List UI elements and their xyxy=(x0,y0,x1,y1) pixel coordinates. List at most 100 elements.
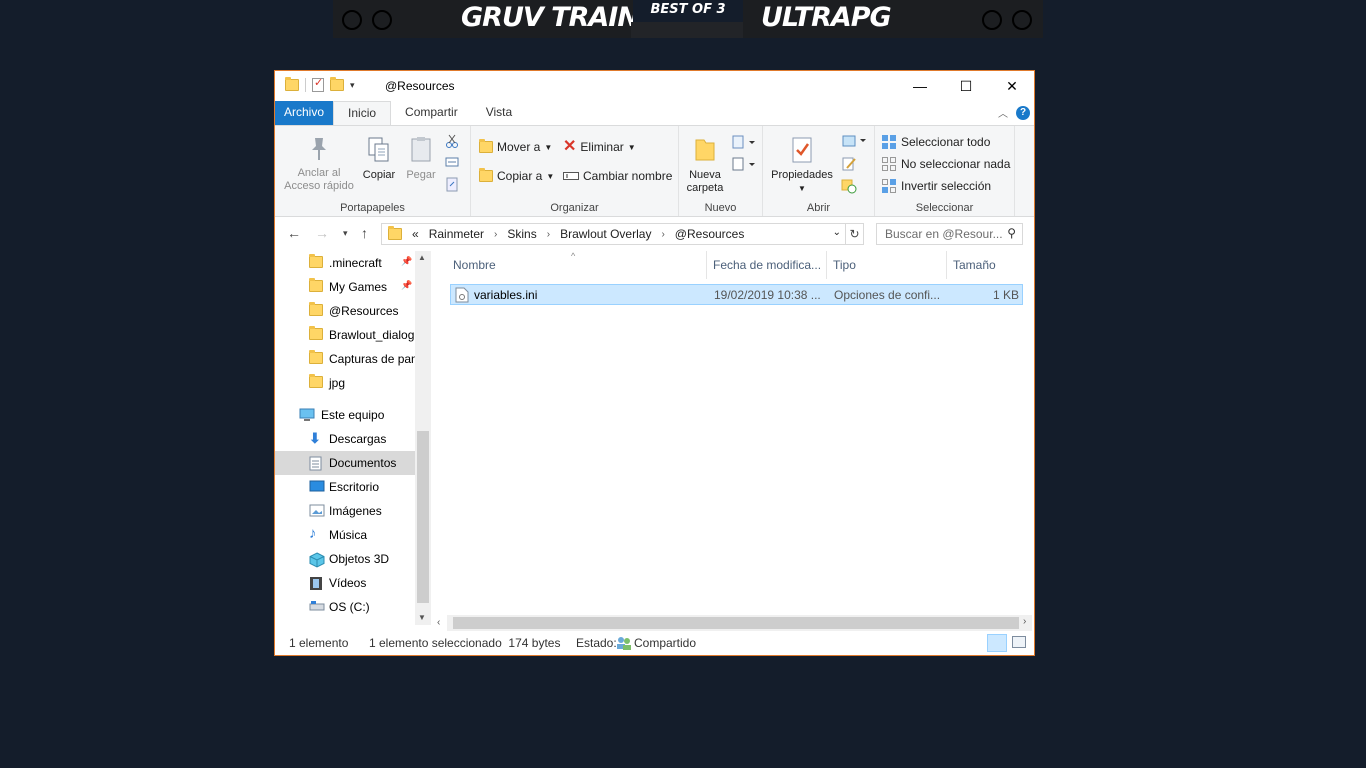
tab-inicio[interactable]: Inicio xyxy=(333,101,392,125)
pin-quick-access-label: Anclar al Acceso rápido xyxy=(284,167,354,192)
copy-button[interactable]: Copiar xyxy=(359,136,399,182)
cube-3d-icon xyxy=(309,552,325,568)
paste-button[interactable]: Pegar xyxy=(401,136,441,182)
nav-item-documentos[interactable]: Documentos xyxy=(275,451,415,475)
nav-item-descargas[interactable]: ⬇ Descargas xyxy=(275,427,415,451)
cut-scissors-icon[interactable] xyxy=(445,134,459,148)
file-list-horizontal-scrollbar[interactable]: ‹ › xyxy=(437,615,1032,631)
chevron-down-icon: ▼ xyxy=(798,184,806,193)
quick-access-toolbar: ▾ xyxy=(285,76,355,92)
history-icon[interactable] xyxy=(841,178,857,194)
group-nuevo: Nueva carpeta Nuevo xyxy=(679,126,763,216)
scrollbar-thumb[interactable] xyxy=(453,617,1019,629)
file-row[interactable]: variables.ini 19/02/2019 10:38 ... Opcio… xyxy=(450,284,1023,305)
tab-compartir[interactable]: Compartir xyxy=(391,101,472,125)
scroll-right-chevron-icon[interactable]: › xyxy=(1023,616,1026,627)
tab-archivo[interactable]: Archivo xyxy=(275,101,334,125)
details-view-icon[interactable] xyxy=(987,634,1007,652)
easy-access-icon[interactable] xyxy=(731,156,757,172)
copy-to-button[interactable]: Copiar a ▼ xyxy=(479,168,554,183)
nav-item-label: Documentos xyxy=(329,456,397,470)
new-folder-icon xyxy=(695,139,715,161)
stream-overlay-scoreboard: GRUV TRAIN BEST OF 3 ULTRAPG xyxy=(333,0,1043,38)
up-arrow-icon[interactable]: ↑ xyxy=(361,225,368,241)
status-selection: 1 elemento seleccionado 174 bytes xyxy=(369,636,561,650)
nav-item-minecraft[interactable]: .minecraft 📌 xyxy=(275,251,415,275)
video-film-icon xyxy=(310,577,322,590)
back-arrow-icon[interactable]: ← xyxy=(287,225,301,241)
nav-item-este-equipo[interactable]: Este equipo xyxy=(275,403,415,427)
nav-item-resources[interactable]: @Resources xyxy=(275,299,415,323)
open-icon[interactable] xyxy=(841,134,867,148)
scroll-up-chevron-icon[interactable]: ▲ xyxy=(418,253,426,262)
breadcrumb-chevron-icon[interactable]: › xyxy=(661,229,664,240)
breadcrumb-chevron-icon[interactable]: › xyxy=(547,229,550,240)
breadcrumb-overflow[interactable]: « xyxy=(412,227,419,241)
nav-item-brawlout-dialog[interactable]: Brawlout_dialog xyxy=(275,323,415,347)
nav-item-escritorio[interactable]: Escritorio xyxy=(275,475,415,499)
new-folder-icon[interactable] xyxy=(330,77,344,91)
nav-item-musica[interactable]: ♪ Música xyxy=(275,523,415,547)
copy-path-icon[interactable] xyxy=(445,156,459,168)
nav-item-my-games[interactable]: My Games 📌 xyxy=(275,275,415,299)
computer-icon xyxy=(299,408,315,421)
close-button[interactable]: ✕ xyxy=(989,71,1035,101)
search-input[interactable]: Buscar en @Resour... ⚲ xyxy=(876,223,1023,245)
nav-item-os-c[interactable]: OS (C:) xyxy=(275,595,415,619)
team-left-name: GRUV TRAIN xyxy=(461,2,640,33)
scroll-left-chevron-icon[interactable]: ‹ xyxy=(437,617,440,628)
refresh-icon[interactable]: ↻ xyxy=(845,224,863,244)
delete-button[interactable]: ✕ Eliminar ▼ xyxy=(563,139,636,155)
help-icon[interactable]: ? xyxy=(1016,105,1030,120)
sort-ascending-chevron-icon: ^ xyxy=(571,251,576,261)
scrollbar-thumb[interactable] xyxy=(417,431,429,603)
customize-toolbar-chevron-icon[interactable]: ▾ xyxy=(350,80,355,91)
window-title: @Resources xyxy=(385,79,455,93)
select-none-button[interactable]: No seleccionar nada xyxy=(881,156,1010,172)
navigation-pane-scrollbar[interactable]: ▲ ▼ xyxy=(415,251,431,625)
forward-arrow-icon[interactable]: → xyxy=(315,225,329,241)
delete-label: Eliminar xyxy=(580,140,624,154)
nav-item-imagenes[interactable]: Imágenes xyxy=(275,499,415,523)
scroll-down-chevron-icon[interactable]: ▼ xyxy=(418,613,426,622)
breadcrumb-resources[interactable]: @Resources xyxy=(675,227,745,241)
recent-locations-chevron-icon[interactable]: ▾ xyxy=(343,228,348,239)
new-item-icon[interactable] xyxy=(731,134,757,150)
column-header-tamano[interactable]: Tamaño xyxy=(947,251,1023,279)
column-header-nombre[interactable]: Nombre ^ xyxy=(447,251,707,279)
rename-icon xyxy=(563,172,579,180)
breadcrumb-chevron-icon[interactable]: › xyxy=(494,229,497,240)
pin-quick-access-button[interactable]: Anclar al Acceso rápido xyxy=(281,136,357,193)
address-dropdown-chevron-icon[interactable]: ⌄ xyxy=(833,227,841,238)
invert-selection-button[interactable]: Invertir selección xyxy=(881,178,991,194)
column-header-fecha[interactable]: Fecha de modifica... xyxy=(707,251,827,279)
breadcrumb-brawlout-overlay[interactable]: Brawlout Overlay xyxy=(560,227,651,241)
new-folder-button[interactable]: Nueva carpeta xyxy=(683,136,727,195)
title-bar[interactable]: ▾ @Resources — ☐ ✕ xyxy=(275,71,1034,101)
nav-item-videos[interactable]: Vídeos xyxy=(275,571,415,595)
nav-item-objetos-3d[interactable]: Objetos 3D xyxy=(275,547,415,571)
address-bar[interactable]: « Rainmeter › Skins › Brawlout Overlay ›… xyxy=(381,223,864,245)
maximize-button[interactable]: ☐ xyxy=(943,71,989,101)
properties-button[interactable]: Propiedades ▼ xyxy=(767,136,837,195)
minimize-button[interactable]: — xyxy=(897,71,943,101)
nav-item-capturas[interactable]: Capturas de pan xyxy=(275,347,415,371)
large-icons-view-icon[interactable] xyxy=(1012,636,1026,648)
properties-check-icon[interactable] xyxy=(312,76,324,92)
documents-icon xyxy=(309,456,322,471)
rename-button[interactable]: Cambiar nombre xyxy=(563,169,672,183)
collapse-ribbon-chevron-icon[interactable]: ︿ xyxy=(998,105,1008,120)
chevron-down-icon: ▼ xyxy=(544,142,553,152)
file-size: 1 KB xyxy=(992,288,1019,302)
select-all-button[interactable]: Seleccionar todo xyxy=(881,134,990,150)
breadcrumb-skins[interactable]: Skins xyxy=(507,227,536,241)
tab-vista[interactable]: Vista xyxy=(472,101,526,125)
edit-icon[interactable] xyxy=(841,156,857,172)
breadcrumb-rainmeter[interactable]: Rainmeter xyxy=(429,227,484,241)
select-all-label: Seleccionar todo xyxy=(901,135,991,149)
ini-file-gear-icon xyxy=(455,287,469,303)
column-header-tipo[interactable]: Tipo xyxy=(827,251,947,279)
move-to-button[interactable]: Mover a ▼ xyxy=(479,139,553,154)
paste-shortcut-icon[interactable] xyxy=(445,176,459,192)
nav-item-jpg[interactable]: jpg xyxy=(275,371,415,395)
